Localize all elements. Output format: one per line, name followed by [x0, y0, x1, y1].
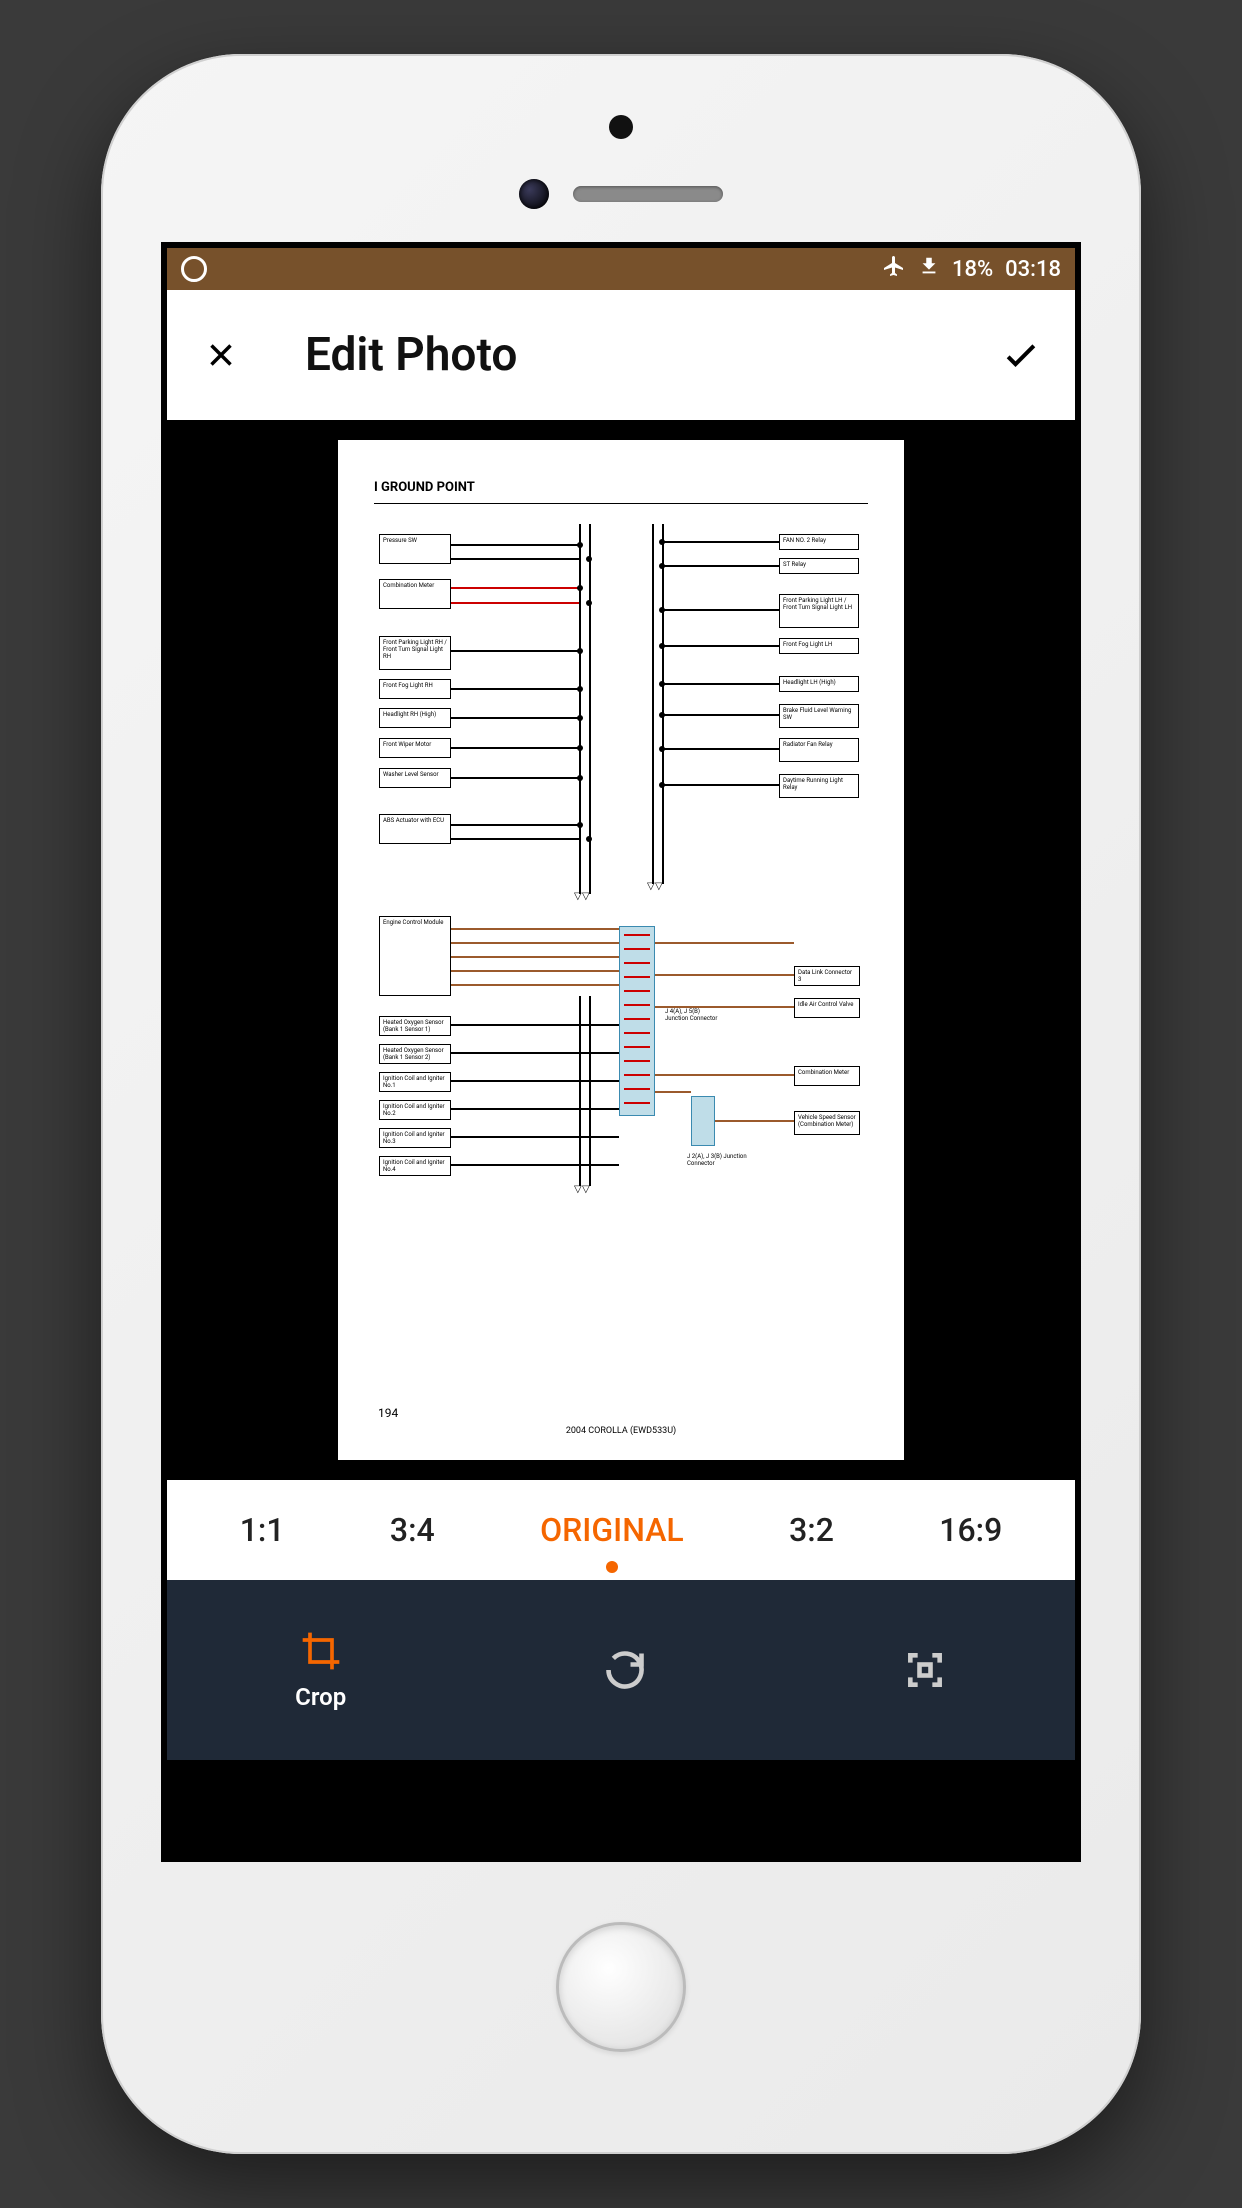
- proximity-sensor: [609, 115, 633, 139]
- home-button[interactable]: [556, 1922, 686, 2052]
- ratio-3-2[interactable]: 3:2: [789, 1511, 834, 1549]
- tool-crop-label: Crop: [295, 1683, 346, 1711]
- shutter-icon: [181, 256, 207, 282]
- confirm-button[interactable]: [997, 331, 1045, 379]
- phone-frame: 18% 03:18 Edit Photo I GROUND POINT: [101, 54, 1141, 2154]
- tool-crop[interactable]: Crop: [295, 1629, 346, 1711]
- tool-rotate[interactable]: [603, 1648, 647, 1692]
- screen: 18% 03:18 Edit Photo I GROUND POINT: [161, 242, 1081, 1862]
- ratio-16-9[interactable]: 16:9: [939, 1511, 1002, 1549]
- aspect-ratio-bar: 1:1 3:4 ORIGINAL 3:2 16:9: [167, 1480, 1075, 1580]
- battery-percent: 18%: [952, 257, 993, 282]
- front-camera: [519, 179, 549, 209]
- airplane-icon: [882, 254, 906, 284]
- page-number: 194: [378, 1406, 398, 1420]
- earpiece-speaker: [573, 186, 723, 202]
- phone-top: [127, 82, 1115, 242]
- download-icon: [918, 255, 940, 283]
- circuit-upper: ▽ ▽ ▽ ▽ Pressure SW Combination Meter Fr…: [374, 524, 868, 894]
- status-bar: 18% 03:18: [167, 248, 1075, 290]
- page-model: 2004 COROLLA (EWD533U): [338, 1426, 904, 1436]
- page-title: Edit Photo: [305, 328, 517, 382]
- tool-frame[interactable]: [903, 1648, 947, 1692]
- tool-bar: Crop: [167, 1580, 1075, 1760]
- status-time: 03:18: [1005, 257, 1061, 282]
- ratio-1-1[interactable]: 1:1: [240, 1511, 285, 1549]
- doc-rule: [374, 503, 868, 504]
- document-preview: I GROUND POINT ▽ ▽ ▽ ▽ Pressure SW: [338, 440, 904, 1460]
- doc-section-title: I GROUND POINT: [374, 480, 868, 495]
- circuit-lower: J 4(A), J 5(B) Junction Connector J 2(A)…: [374, 906, 868, 1206]
- ratio-3-4[interactable]: 3:4: [390, 1511, 435, 1549]
- header: Edit Photo: [167, 290, 1075, 420]
- close-button[interactable]: [197, 331, 245, 379]
- ratio-original[interactable]: ORIGINAL: [540, 1511, 684, 1549]
- image-canvas[interactable]: I GROUND POINT ▽ ▽ ▽ ▽ Pressure SW: [167, 420, 1075, 1480]
